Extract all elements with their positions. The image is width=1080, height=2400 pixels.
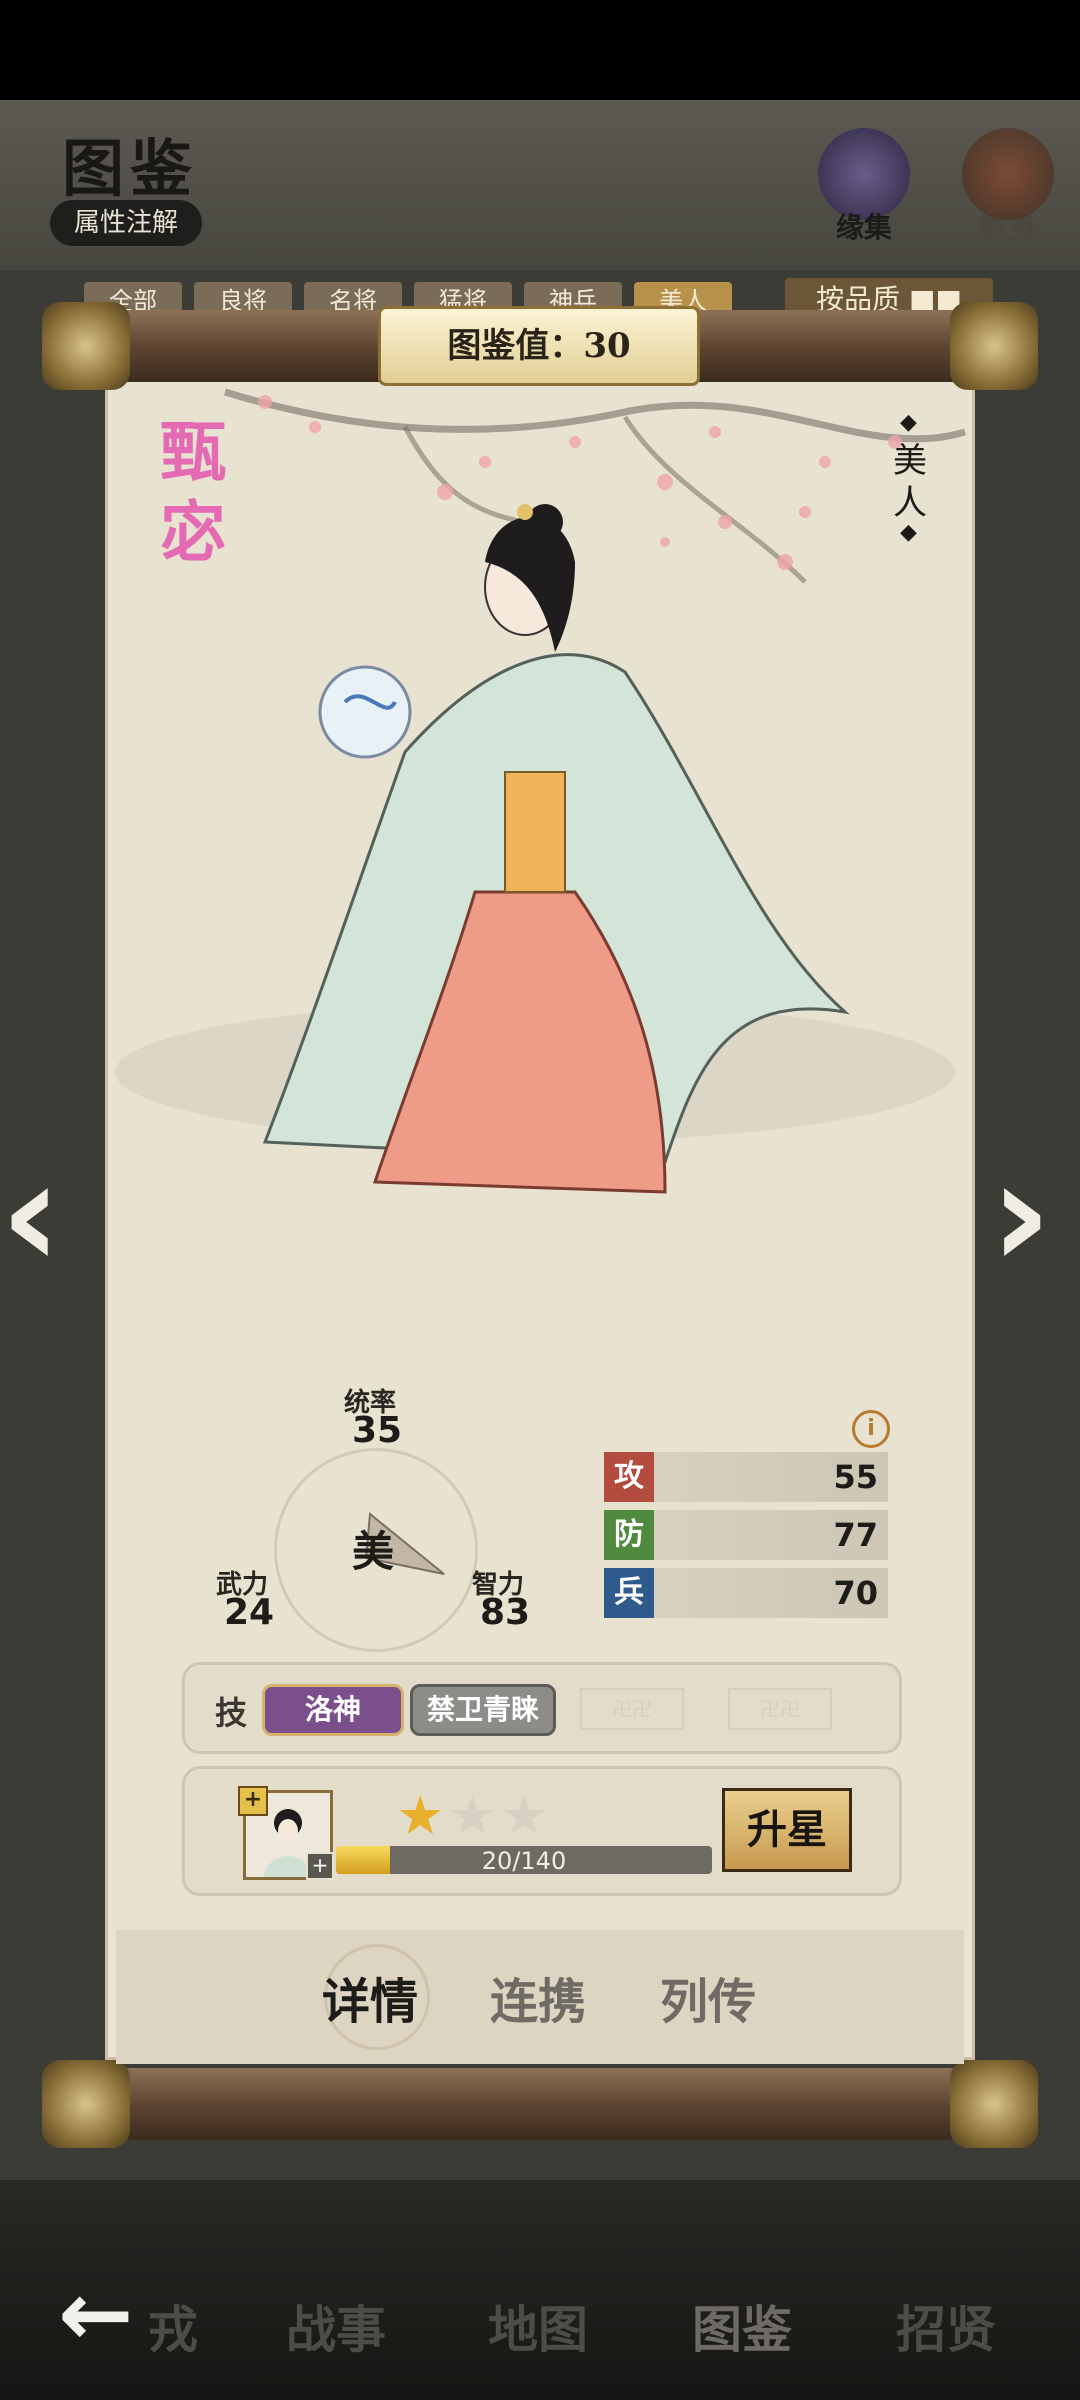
nav-item-recruit[interactable]: 招贤 — [896, 2290, 996, 2362]
star-icon-filled: ★ — [396, 1784, 445, 1847]
collection-value-plaque: 图鉴值：30 — [378, 306, 700, 386]
attack-value: 55 — [833, 1458, 878, 1496]
star-up-button[interactable]: 升星 — [722, 1788, 852, 1872]
star-progress-bar: 20/140 — [336, 1846, 712, 1874]
empty-skill-slot: 卍卍 — [580, 1688, 684, 1730]
troops-value: 70 — [833, 1574, 878, 1612]
back-arrow-icon[interactable]: ← — [58, 2262, 133, 2367]
previous-hero-arrow-icon[interactable]: ‹ — [0, 1140, 62, 1290]
nav-item-collection[interactable]: 图鉴 — [692, 2290, 792, 2362]
hero-type: 美人 — [893, 441, 927, 523]
stat-value-command: 35 — [352, 1410, 403, 1451]
defense-value: 77 — [833, 1516, 878, 1554]
stat-value-intelligence: 83 — [480, 1592, 531, 1633]
rod-cap-left — [42, 302, 130, 390]
attack-icon: 攻 — [604, 1452, 654, 1502]
diamond-icon: ◆ — [900, 410, 917, 435]
star-icon-empty: ★ — [500, 1784, 549, 1847]
page-title: 图鉴 — [62, 132, 199, 205]
rod-cap-right-bottom — [950, 2060, 1038, 2148]
nav-item-map[interactable]: 地图 — [488, 2290, 588, 2362]
heroes-icon — [962, 128, 1054, 220]
add-icon: + — [238, 1786, 268, 1816]
radar-center-label: 美 — [352, 1527, 395, 1576]
rod-cap-right — [950, 302, 1038, 390]
skills-label: 技 — [215, 1694, 248, 1732]
troops-icon: 兵 — [604, 1568, 654, 1618]
defense-icon: 防 — [604, 1510, 654, 1560]
empty-skill-slot: 卍卍 — [728, 1688, 832, 1730]
tab-synergy[interactable]: 连携 — [490, 1962, 586, 2032]
next-hero-arrow-icon[interactable]: › — [990, 1140, 1052, 1290]
attack-bar: 攻 55 — [604, 1452, 888, 1502]
nav-item-partial[interactable]: 戎 — [148, 2290, 198, 2362]
star-progress-text: 20/140 — [481, 1847, 567, 1874]
troops-bar: 兵 70 — [604, 1568, 888, 1618]
bond-collection-button[interactable]: 缘集 — [804, 128, 924, 246]
hero-name: 甄宓 — [160, 413, 226, 571]
star-icon-empty: ★ — [448, 1784, 497, 1847]
rod-cap-left-bottom — [42, 2060, 130, 2148]
heroes-button[interactable]: 群英 — [948, 128, 1068, 246]
tab-biography[interactable]: 列传 — [660, 1962, 756, 2032]
tab-details[interactable]: 详情 — [322, 1962, 418, 2032]
diamond-icon: ◆ — [900, 520, 917, 545]
nav-item-battle[interactable]: 战事 — [286, 2290, 386, 2362]
hero-illustration — [115, 388, 967, 1194]
attribute-notes-button[interactable]: 属性注解 — [50, 200, 202, 246]
stat-value-force: 24 — [224, 1592, 275, 1633]
skill-pill-luoshen[interactable]: 洛神 — [262, 1684, 404, 1736]
plus-icon[interactable]: + — [306, 1852, 334, 1880]
defense-bar: 防 77 — [604, 1510, 888, 1560]
skill-pill-guard[interactable]: 禁卫青睐 — [410, 1684, 556, 1736]
info-icon[interactable]: i — [852, 1410, 890, 1448]
bond-collection-label: 缘集 — [835, 211, 892, 244]
scroll-bottom-rod — [44, 2068, 1034, 2140]
